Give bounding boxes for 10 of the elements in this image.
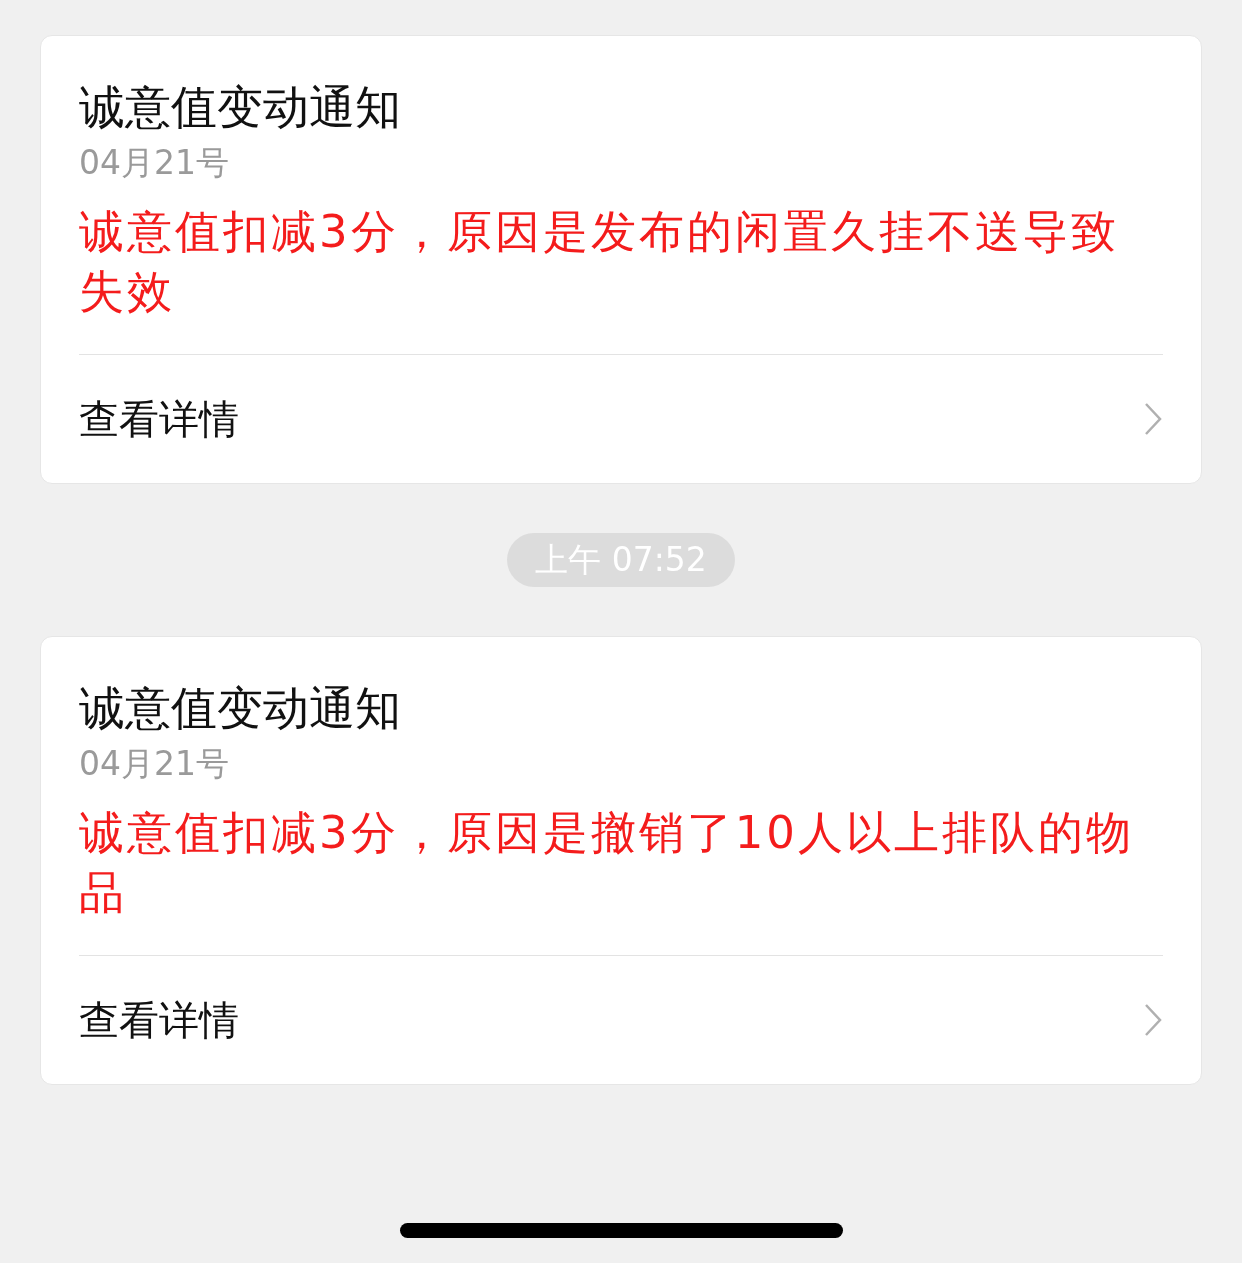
chevron-right-icon: [1143, 1003, 1163, 1037]
view-details-link[interactable]: 查看详情: [79, 956, 1163, 1084]
card-date: 04月21号: [79, 743, 230, 785]
card-message: 诚意值扣减3分，原因是发布的闲置久挂不送导致失效: [79, 204, 1120, 320]
card-title: 诚意值变动通知: [79, 79, 402, 136]
card-title: 诚意值变动通知: [79, 680, 402, 737]
chevron-right-icon: [1143, 402, 1163, 436]
card-date: 04月21号: [79, 142, 230, 184]
card-message: 诚意值扣减3分，原因是撤销了10人以上排队的物品: [79, 805, 1135, 921]
view-details-link[interactable]: 查看详情: [79, 355, 1163, 483]
